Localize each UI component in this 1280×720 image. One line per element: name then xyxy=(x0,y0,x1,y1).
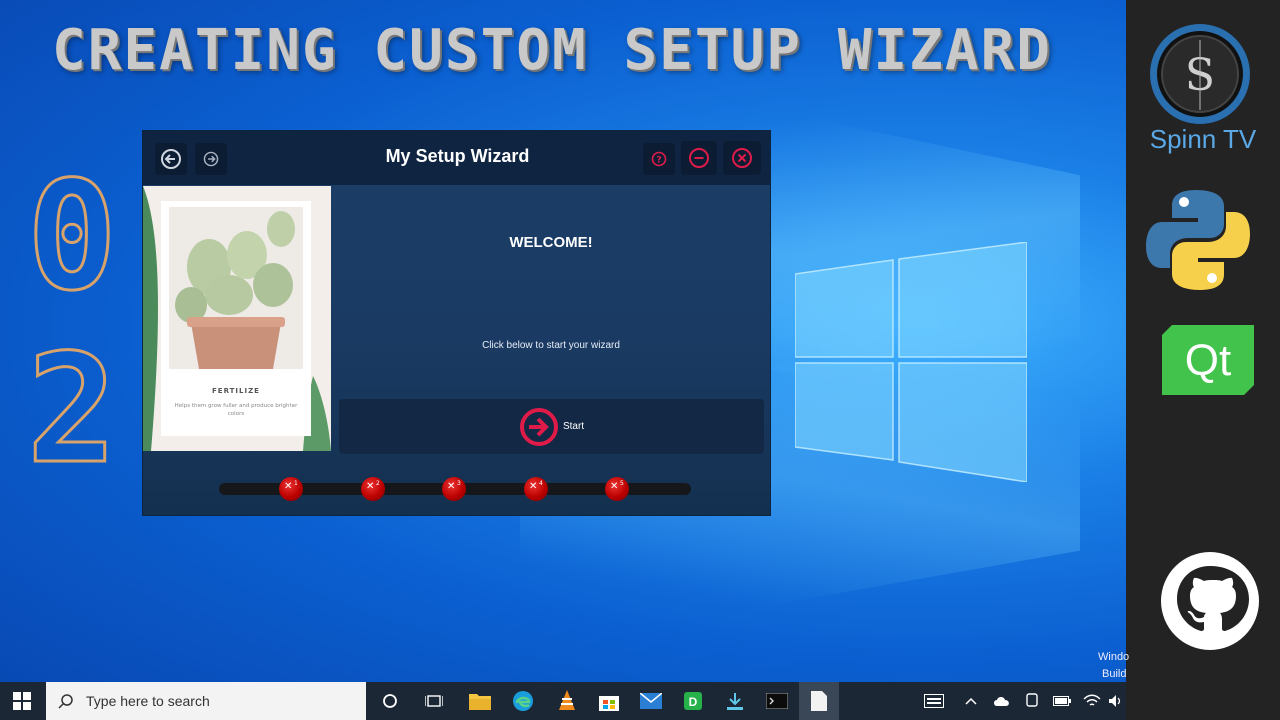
step-indicator[interactable]: ✕ 2 xyxy=(361,477,385,501)
arrow-right-circle-icon xyxy=(519,407,558,446)
step-indicator[interactable]: ✕ 4 xyxy=(524,477,548,501)
app-d-icon: D xyxy=(684,692,702,710)
wifi-icon xyxy=(1083,694,1101,706)
svg-text:?: ? xyxy=(656,156,661,166)
cortana-button[interactable] xyxy=(370,682,410,720)
installer-icon xyxy=(727,693,743,710)
card-text: Helps them grow fuller and produce brigh… xyxy=(174,403,298,417)
network-icon xyxy=(1026,693,1038,707)
close-button[interactable] xyxy=(723,141,761,175)
store-icon xyxy=(599,696,619,711)
task-view-icon xyxy=(425,695,443,707)
start-button[interactable] xyxy=(2,682,42,720)
wizard-title: My Setup Wizard xyxy=(385,146,530,166)
task-view-button[interactable] xyxy=(414,682,454,720)
tray-volume[interactable] xyxy=(1106,682,1126,720)
installer-button[interactable] xyxy=(715,682,755,720)
wizard-header: My Setup Wizard ? xyxy=(143,131,770,185)
cactus-photo xyxy=(169,207,303,369)
episode-digit: 2 xyxy=(25,323,118,497)
terminal-button[interactable] xyxy=(757,682,797,720)
python-logo xyxy=(1146,190,1250,290)
volume-icon xyxy=(1109,695,1121,707)
setup-wizard-window: My Setup Wizard ? FERTILIZE Helps them g… xyxy=(142,130,771,516)
minimize-button[interactable] xyxy=(681,141,717,175)
cloud-icon xyxy=(994,697,1009,706)
step-indicator[interactable]: ✕ 5 xyxy=(605,477,629,501)
taskbar-search[interactable]: Type here to search xyxy=(46,682,366,720)
search-placeholder: Type here to search xyxy=(86,693,210,709)
svg-text:D: D xyxy=(689,695,698,709)
store-button[interactable] xyxy=(589,682,629,720)
minimize-icon xyxy=(689,148,709,168)
windows-watermark: Build xyxy=(1102,668,1127,680)
start-button[interactable]: Start xyxy=(339,399,764,454)
taskbar: Type here to search D xyxy=(0,682,1126,720)
document-icon xyxy=(811,691,827,711)
card-title: FERTILIZE xyxy=(212,387,260,395)
notepad-button[interactable] xyxy=(799,682,839,720)
windows-start-icon xyxy=(13,692,31,710)
svg-text:Qt: Qt xyxy=(1185,336,1231,385)
edge-button[interactable] xyxy=(503,682,543,720)
video-title: CREATING CUSTOM SETUP WIZARD xyxy=(52,18,1053,83)
edge-icon xyxy=(513,691,533,711)
tray-wifi[interactable] xyxy=(1080,682,1104,720)
chevron-up-icon xyxy=(965,697,977,705)
touch-keyboard-icon xyxy=(924,694,944,708)
welcome-heading: WELCOME! xyxy=(509,234,593,251)
step-indicator[interactable]: ✕ 3 xyxy=(442,477,466,501)
start-label: Start xyxy=(562,421,585,432)
github-logo xyxy=(1161,552,1259,650)
vlc-button[interactable] xyxy=(547,682,587,720)
step-indicator[interactable]: ✕ 1 xyxy=(279,477,303,501)
help-icon: ? xyxy=(651,151,667,167)
cortana-icon xyxy=(383,694,397,708)
qt-logo: Qt xyxy=(1162,325,1254,395)
product-card: FERTILIZE Helps them grow fuller and pro… xyxy=(161,201,311,436)
terminal-icon xyxy=(766,693,788,709)
cactus-image xyxy=(175,211,295,369)
windows-logo xyxy=(795,242,1027,482)
app-d-button[interactable]: D xyxy=(673,682,713,720)
folder-icon xyxy=(469,694,491,710)
windows-watermark: Windo xyxy=(1098,651,1130,663)
tray-keyboard[interactable] xyxy=(920,682,948,720)
search-icon xyxy=(58,694,73,709)
tray-network[interactable] xyxy=(1020,682,1044,720)
battery-icon xyxy=(1053,696,1071,706)
logo-sidebar: S Spinn TV Qt xyxy=(1126,0,1280,720)
mail-icon xyxy=(640,693,662,709)
help-button[interactable]: ? xyxy=(643,143,675,175)
channel-name: Spinn TV xyxy=(1149,124,1257,154)
spinn-tv-logo: S xyxy=(1150,24,1250,124)
tray-onedrive[interactable] xyxy=(990,682,1014,720)
tray-overflow[interactable] xyxy=(960,682,982,720)
file-explorer-button[interactable] xyxy=(460,682,500,720)
welcome-subtext: Click below to start your wizard xyxy=(482,340,620,351)
wizard-side-image: FERTILIZE Helps them grow fuller and pro… xyxy=(143,186,331,451)
episode-digit: 0 xyxy=(25,150,118,324)
close-icon xyxy=(732,148,752,168)
tray-battery[interactable] xyxy=(1050,682,1074,720)
mail-button[interactable] xyxy=(631,682,671,720)
vlc-icon xyxy=(559,690,575,710)
